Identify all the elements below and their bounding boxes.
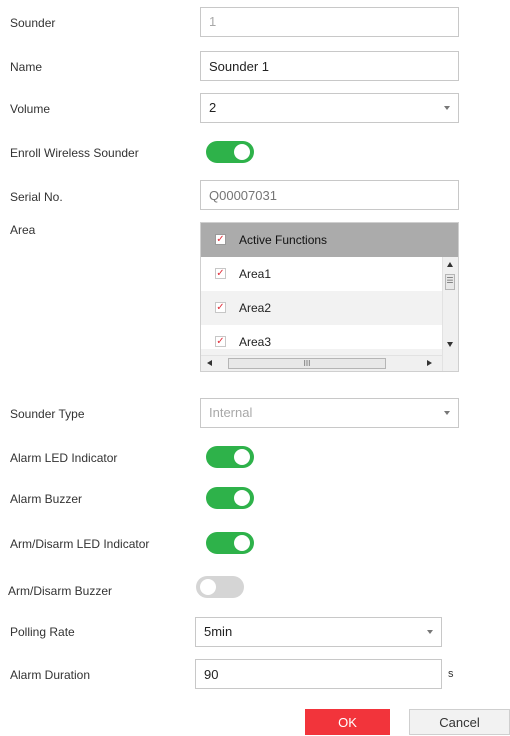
chevron-down-icon: [444, 411, 450, 415]
volume-select[interactable]: 2: [200, 93, 459, 123]
arm-disarm-buzzer-toggle[interactable]: [196, 576, 244, 598]
serial-no-input[interactable]: [200, 180, 459, 210]
scroll-right-icon[interactable]: [427, 360, 432, 366]
alarm-buzzer-toggle[interactable]: [206, 487, 254, 509]
area-item-label: Area3: [239, 335, 272, 349]
area-label: Area: [10, 223, 36, 237]
scroll-down-icon[interactable]: [447, 342, 453, 347]
ok-button[interactable]: OK: [305, 709, 390, 735]
toggle-knob: [234, 490, 250, 506]
volume-label: Volume: [10, 102, 51, 116]
alarm-duration-input[interactable]: [195, 659, 442, 689]
scroll-thumb-horizontal[interactable]: III: [228, 358, 386, 369]
chevron-down-icon: [444, 106, 450, 110]
sounder-number-field: 1: [200, 7, 459, 37]
serial-no-label: Serial No.: [10, 190, 63, 204]
vertical-scrollbar[interactable]: ☰: [442, 257, 458, 371]
alarm-duration-label: Alarm Duration: [10, 668, 91, 682]
check-icon[interactable]: ✓: [215, 268, 226, 279]
area-item-label: Area1: [239, 267, 272, 281]
area-list: ✓ Active Functions ✓ Area1 ✓ Area2 ✓ Are…: [200, 222, 459, 372]
scroll-thumb-vertical[interactable]: ☰: [445, 274, 455, 290]
check-icon[interactable]: ✓: [215, 302, 226, 313]
sounder-type-label: Sounder Type: [10, 407, 85, 421]
sounder-type-value: Internal: [209, 405, 253, 420]
name-label: Name: [10, 60, 43, 74]
volume-value: 2: [209, 100, 217, 115]
check-icon[interactable]: ✓: [215, 336, 226, 347]
cancel-button[interactable]: Cancel: [409, 709, 510, 735]
sounder-type-select: Internal: [200, 398, 459, 428]
toggle-knob: [200, 579, 216, 595]
scroll-left-icon[interactable]: [207, 360, 212, 366]
name-input[interactable]: [200, 51, 459, 81]
polling-rate-value: 5min: [204, 624, 233, 639]
polling-rate-select[interactable]: 5min: [195, 617, 442, 647]
sounder-label: Sounder: [10, 16, 56, 30]
alarm-buzzer-label: Alarm Buzzer: [10, 492, 83, 506]
enroll-wireless-sounder-label: Enroll Wireless Sounder: [10, 146, 139, 160]
horizontal-scrollbar[interactable]: III: [201, 355, 442, 371]
area-list-header-label: Active Functions: [239, 233, 328, 247]
area-item-label: Area2: [239, 301, 272, 315]
polling-rate-label: Polling Rate: [10, 625, 75, 639]
alarm-duration-unit: s: [448, 668, 454, 680]
alarm-led-indicator-toggle[interactable]: [206, 446, 254, 468]
scroll-up-icon[interactable]: [447, 262, 453, 267]
area-list-item[interactable]: ✓ Area1: [201, 257, 442, 291]
arm-disarm-led-indicator-toggle[interactable]: [206, 532, 254, 554]
arm-disarm-buzzer-label: Arm/Disarm Buzzer: [8, 584, 113, 598]
check-icon[interactable]: ✓: [215, 234, 226, 245]
toggle-knob: [234, 535, 250, 551]
toggle-knob: [234, 449, 250, 465]
chevron-down-icon: [427, 630, 433, 634]
toggle-knob: [234, 144, 250, 160]
arm-disarm-led-indicator-label: Arm/Disarm LED Indicator: [10, 537, 150, 551]
alarm-led-indicator-label: Alarm LED Indicator: [10, 451, 118, 465]
area-list-header[interactable]: ✓ Active Functions: [201, 223, 458, 257]
area-list-item[interactable]: ✓ Area2: [201, 291, 442, 325]
enroll-wireless-sounder-toggle[interactable]: [206, 141, 254, 163]
